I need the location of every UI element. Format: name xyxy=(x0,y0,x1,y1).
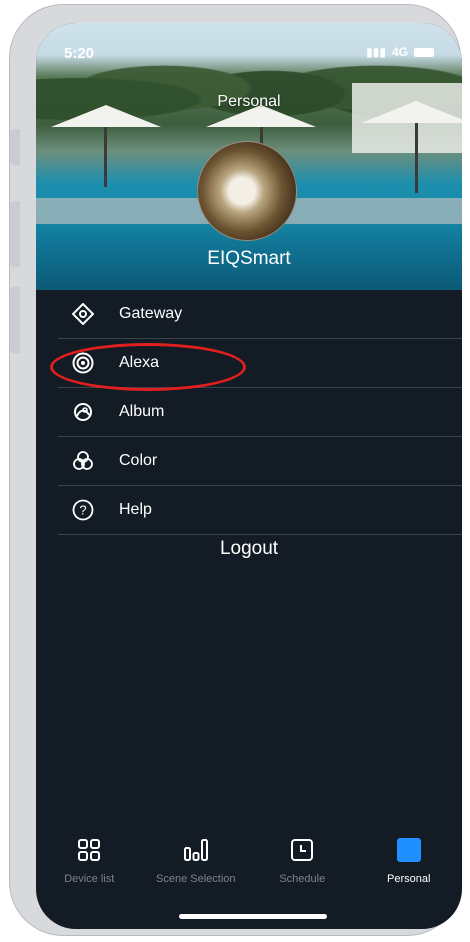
umbrella-pole-left xyxy=(104,127,107,187)
status-time: 5:20 xyxy=(64,45,95,62)
menu-item-alexa[interactable]: Alexa xyxy=(50,339,462,391)
menu-item-label: Help xyxy=(119,501,152,518)
app-screen: 5:20 ▮▮▮ 4G Personal EIQSmart Gateway Al… xyxy=(36,23,462,929)
menu-item-label: Album xyxy=(119,403,165,420)
personal-menu: Gateway Alexa Album Color ? Help xyxy=(50,290,462,535)
phone-volume-up xyxy=(10,201,20,267)
username: EIQSmart xyxy=(207,248,291,269)
tab-device-list[interactable]: Device list xyxy=(36,835,143,895)
home-indicator[interactable] xyxy=(179,914,327,919)
menu-item-label: Alexa xyxy=(119,354,160,371)
menu-item-label: Color xyxy=(119,452,158,469)
album-icon xyxy=(70,399,96,425)
tab-label: Scene Selection xyxy=(156,873,236,885)
color-circles-icon xyxy=(70,448,96,474)
page-title: Personal xyxy=(217,93,281,110)
person-square-icon xyxy=(396,835,421,865)
battery-icon xyxy=(414,47,434,57)
bars-icon xyxy=(183,835,209,865)
menu-item-album[interactable]: Album xyxy=(58,388,462,437)
tab-scene-selection[interactable]: Scene Selection xyxy=(143,835,250,895)
menu-item-label: Gateway xyxy=(119,305,183,322)
help-icon: ? xyxy=(70,497,96,523)
tab-personal[interactable]: Personal xyxy=(356,835,463,895)
tab-label: Schedule xyxy=(279,873,326,885)
svg-text:?: ? xyxy=(79,503,86,518)
header-photo: 5:20 ▮▮▮ 4G Personal EIQSmart xyxy=(36,23,462,290)
avatar[interactable] xyxy=(197,141,297,241)
tab-label: Device list xyxy=(64,873,115,885)
clock-icon xyxy=(290,835,314,865)
tab-label: Personal xyxy=(387,873,431,885)
menu-item-gateway[interactable]: Gateway xyxy=(58,290,462,339)
tab-schedule[interactable]: Schedule xyxy=(249,835,356,895)
menu-item-help[interactable]: ? Help xyxy=(58,486,462,535)
menu-item-color[interactable]: Color xyxy=(58,437,462,486)
phone-frame: 5:20 ▮▮▮ 4G Personal EIQSmart Gateway Al… xyxy=(9,4,462,936)
tab-bar: Device list Scene Selection Schedule Per… xyxy=(36,835,462,895)
phone-side-button xyxy=(10,129,20,165)
alexa-ring-icon xyxy=(70,350,96,376)
signal-icon: ▮▮▮ xyxy=(366,45,386,59)
phone-volume-down xyxy=(10,287,20,353)
diamond-icon xyxy=(70,301,96,327)
umbrella-pole-right xyxy=(415,123,418,193)
network-label: 4G xyxy=(391,45,408,59)
logout-button[interactable]: Logout xyxy=(36,538,462,560)
status-indicators: ▮▮▮ 4G xyxy=(366,45,434,59)
grid-icon xyxy=(77,835,101,865)
